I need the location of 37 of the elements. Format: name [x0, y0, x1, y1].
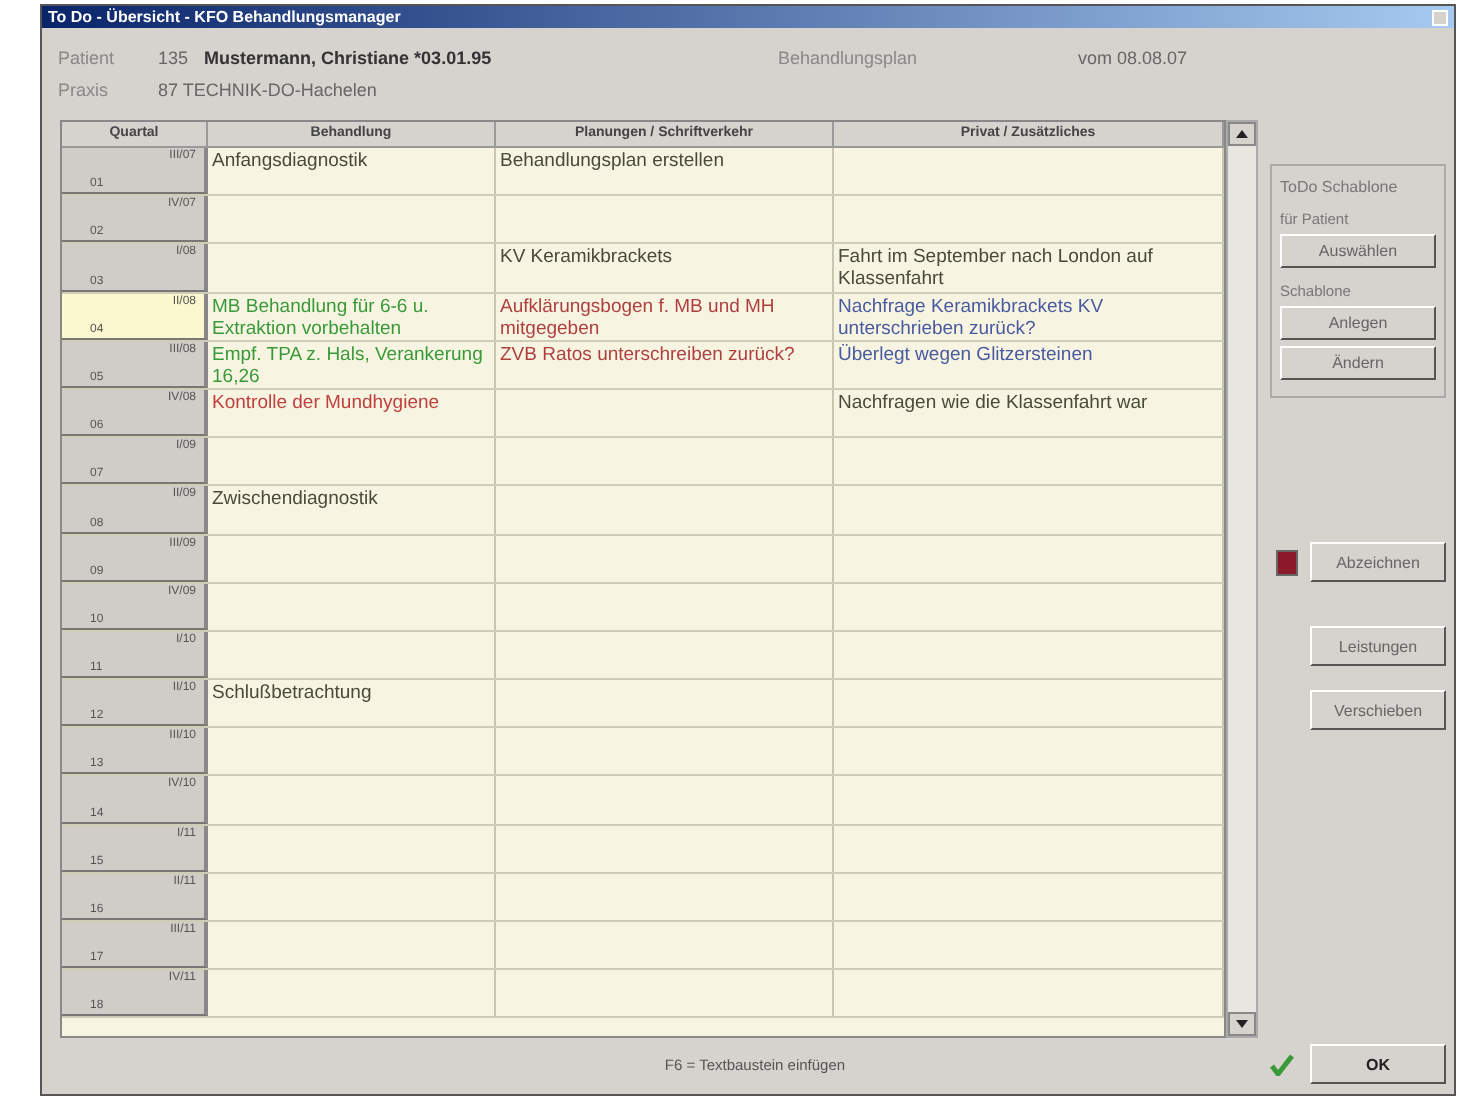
- table-cell: KV Keramikbrackets: [496, 244, 834, 292]
- checkmark-icon: [1270, 1053, 1294, 1075]
- practice-name: 87 TECHNIK-DO-Hachelen: [158, 80, 379, 100]
- table-cell: Fahrt im September nach London auf Klassenfahrt: [834, 244, 1225, 292]
- scrollbar[interactable]: [1226, 120, 1258, 1038]
- window-title: To Do - Übersicht - KFO Behandlungsmanager: [48, 8, 401, 26]
- select-button[interactable]: Auswählen: [1280, 234, 1436, 268]
- create-button[interactable]: Anlegen: [1280, 306, 1436, 340]
- down-arrow-icon: [1236, 1020, 1249, 1028]
- action-button[interactable]: Leistungen: [1310, 626, 1446, 666]
- practice-label: Praxis: [58, 80, 111, 100]
- table-cell: Anfangsdiagnostik: [208, 148, 496, 195]
- patient-number: 135: [158, 48, 189, 68]
- table-cell: Zwischendiagnostik: [208, 486, 496, 533]
- table-cell: MB Behandlung für 6-6 u. Extraktion vorbehalten: [208, 293, 496, 340]
- table-cell: Schlußbetrachtung: [208, 680, 496, 727]
- sign-button[interactable]: Abzeichnen: [1310, 542, 1446, 582]
- table-cell: Nachfragen wie die Klassenfahrt war: [834, 389, 1225, 437]
- action-button[interactable]: Verschieben: [1310, 690, 1446, 730]
- table-cell: Überlegt wegen Glitzersteinen: [834, 341, 1225, 388]
- scroll-down-button[interactable]: [1228, 1012, 1256, 1036]
- table-cell: Aufklärungsbogen f. MB und MH mitgegeben: [496, 293, 834, 340]
- patient-label: Patient: [58, 48, 117, 68]
- up-arrow-icon: [1236, 130, 1249, 138]
- patient-name: Mustermann, Christiane *03.01.95: [204, 48, 492, 68]
- table-cell: Behandlungsplan erstellen: [496, 148, 834, 195]
- ok-button[interactable]: OK: [1310, 1044, 1446, 1084]
- plan-date: vom 08.08.07: [1078, 48, 1190, 68]
- group-title: ToDo Schablone: [1280, 178, 1400, 196]
- plan-label: Behandlungsplan: [778, 48, 920, 68]
- table-cell: Nachfrage Keramikbrackets KV unterschrieben zurück?: [834, 293, 1225, 340]
- scroll-up-button[interactable]: [1228, 122, 1256, 146]
- edit-button[interactable]: Ändern: [1280, 346, 1436, 380]
- table-cell: ZVB Ratos unterschreiben zurück?: [496, 341, 834, 388]
- table-cell: Kontrolle der Mundhygiene: [208, 389, 496, 437]
- table-cell: Empf. TPA z. Hals, Verankerung 16,26: [208, 341, 496, 388]
- sign-checkbox[interactable]: [1276, 549, 1298, 575]
